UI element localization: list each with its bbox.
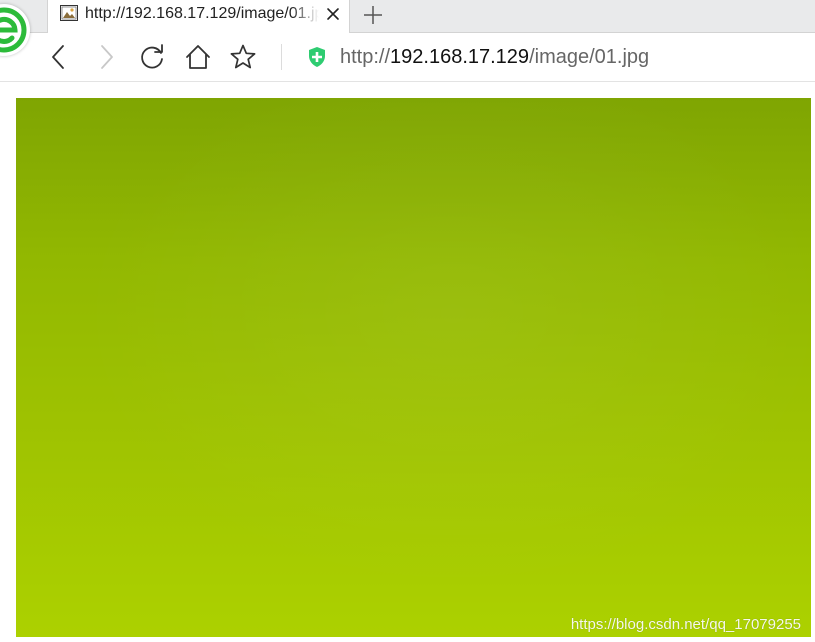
home-button[interactable] (184, 43, 212, 71)
browser-logo-icon (0, 7, 27, 53)
reload-icon (141, 44, 163, 69)
address-bar[interactable]: http://192.168.17.129/image/01.jpg (340, 44, 800, 70)
displayed-image[interactable]: https://blog.csdn.net/qq_17079255 (16, 98, 811, 637)
bookmark-button[interactable] (229, 43, 257, 71)
url-scheme: http:// (340, 46, 391, 68)
new-tab-button[interactable] (362, 4, 384, 26)
green-shield-icon[interactable] (307, 46, 327, 68)
back-button[interactable] (45, 43, 73, 71)
home-icon (186, 45, 210, 69)
navigation-toolbar: http://192.168.17.129/image/01.jpg (0, 33, 815, 82)
browser-window: http://192.168.17.129/image/01.jpg http:… (0, 0, 815, 642)
tab-strip: http://192.168.17.129/image/01.jpg (0, 0, 815, 56)
image-surface (16, 98, 811, 637)
plus-icon (364, 6, 382, 24)
forward-arrow-icon (101, 45, 113, 69)
watermark-text: https://blog.csdn.net/qq_17079255 (570, 616, 801, 633)
page-viewport: https://blog.csdn.net/qq_17079255 (0, 82, 815, 642)
image-file-icon (60, 5, 78, 21)
back-arrow-icon (52, 45, 64, 69)
close-icon[interactable] (324, 5, 342, 23)
reload-button[interactable] (138, 43, 166, 71)
star-icon (230, 44, 256, 69)
forward-button[interactable] (92, 43, 120, 71)
url-path: /image/01.jpg (529, 46, 650, 68)
toolbar-divider (281, 44, 282, 70)
url-host: 192.168.17.129 (390, 46, 530, 68)
tab-active[interactable]: http://192.168.17.129/image/01.jpg (47, 0, 350, 33)
browser-logo[interactable] (0, 4, 30, 56)
tab-title: http://192.168.17.129/image/01.jpg (85, 5, 319, 22)
